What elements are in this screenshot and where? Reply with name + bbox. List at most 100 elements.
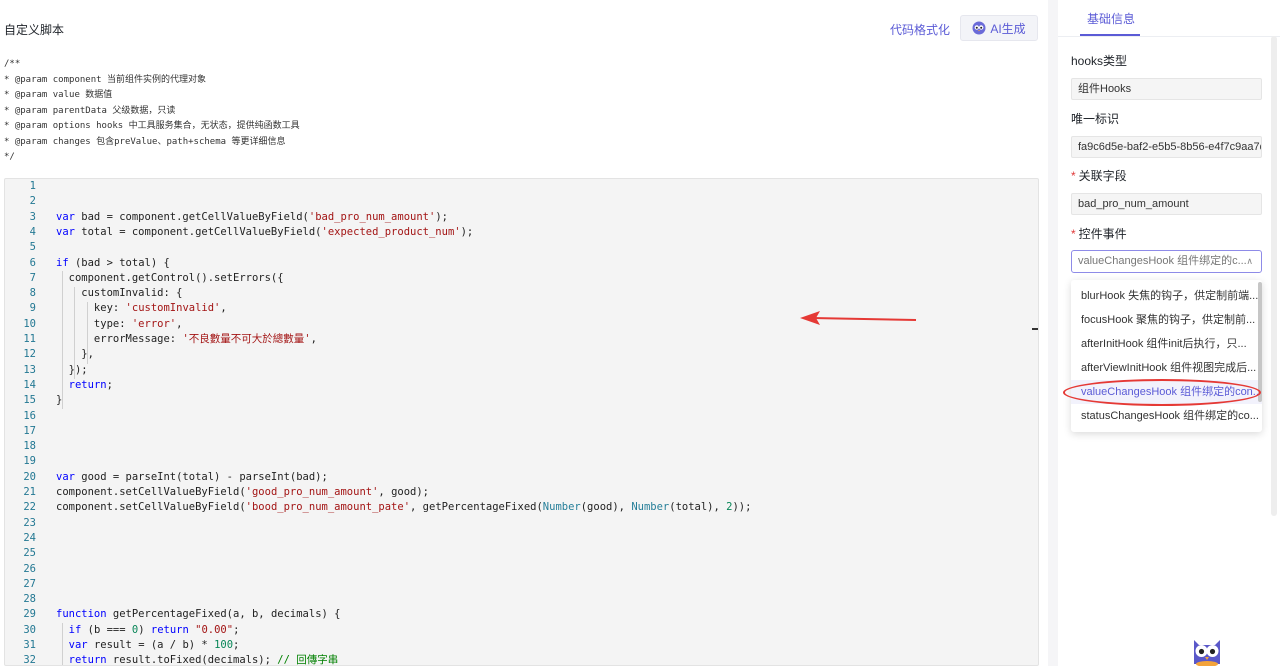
line-number: 13	[23, 363, 36, 376]
hooks-type-field[interactable]: 组件Hooks	[1071, 78, 1262, 100]
line-number: 28	[23, 593, 36, 606]
line-number: 25	[23, 547, 36, 560]
line-number: 1	[29, 180, 36, 192]
required-mark: *	[1071, 169, 1076, 183]
string-literal: "0.00"	[195, 623, 234, 636]
code-line: 7 component.getControl().setErrors({	[5, 271, 1038, 286]
ai-generate-button[interactable]: AI生成	[960, 15, 1038, 41]
line-number: 18	[23, 440, 36, 453]
line-number: 32	[23, 654, 36, 666]
line-number: 27	[23, 577, 36, 590]
line-number: 20	[23, 470, 36, 483]
required-mark: *	[1071, 227, 1076, 241]
tab-basic-info[interactable]: 基础信息	[1087, 10, 1135, 27]
code-line: 29 function getPercentageFixed(a, b, deci…	[5, 607, 1038, 622]
page-title: 自定义脚本	[4, 23, 65, 37]
control-event-select[interactable]: valueChangesHook 组件绑定的c... ∧	[1071, 250, 1262, 273]
dropdown-scrollbar[interactable]	[1258, 282, 1262, 402]
code-line: 26	[5, 562, 1038, 577]
chevron-up-icon[interactable]: ∧	[1246, 251, 1253, 272]
number-literal: 100	[214, 639, 234, 651]
line-number: 31	[23, 639, 36, 651]
dropdown-option[interactable]: blurHook 失焦的钩子，供定制前端...	[1071, 284, 1262, 308]
code-line: 21 component.setCellValueByField('good_pr…	[5, 485, 1038, 500]
code-comment: // 回傳字串	[277, 654, 339, 666]
overview-ruler-mark	[1032, 328, 1038, 330]
code-line: 23	[5, 516, 1038, 531]
code-line: 19	[5, 454, 1038, 469]
unique-id-field[interactable]: fa9c6d5e-baf2-e5b5-8b56-e4f7c9aa7d	[1071, 136, 1262, 158]
tab-divider	[1058, 36, 1280, 37]
dropdown-option[interactable]: afterViewInitHook 组件视图完成后...	[1071, 356, 1262, 380]
line-number: 23	[23, 516, 36, 529]
line-number: 24	[23, 531, 36, 544]
code-editor[interactable]: 1 2 3 var bad = component.getCellValueByF…	[4, 178, 1039, 666]
doc-line: * @param component 当前组件实例的代理对象	[4, 74, 206, 85]
string-literal: 'expected_product_num'	[321, 225, 461, 238]
line-number: 19	[23, 455, 36, 468]
number-literal: 2	[726, 501, 733, 514]
string-literal: 'good_pro_num_amount'	[245, 486, 379, 498]
string-literal: 'customInvalid'	[125, 302, 221, 315]
properties-panel: 基础信息 hooks类型 组件Hooks 唯一标识 fa9c6d5e-baf2-…	[1058, 0, 1280, 666]
dropdown-option[interactable]: afterInitHook 组件init后执行，只...	[1071, 332, 1262, 356]
line-number: 3	[29, 210, 36, 223]
panel-divider	[1048, 0, 1058, 666]
control-event-label: * 控件事件	[1071, 225, 1127, 242]
code-line: 15}	[5, 393, 1038, 408]
line-number: 15	[23, 394, 36, 407]
code-line: 14 return;	[5, 378, 1038, 393]
code-line: 31 var result = (a / b) * 100;	[5, 638, 1038, 653]
unique-id-label: 唯一标识	[1071, 112, 1120, 126]
code-line: 24	[5, 531, 1038, 546]
line-number: 21	[23, 486, 36, 498]
code-line: 22 component.setCellValueByField('bood_pr…	[5, 500, 1038, 515]
code-line: 8 customInvalid: {	[5, 286, 1038, 301]
line-number: 17	[23, 424, 36, 437]
line-number: 12	[23, 348, 36, 361]
code-line: 2	[5, 194, 1038, 209]
code-line: 27	[5, 577, 1038, 592]
panel-scrollbar[interactable]	[1271, 36, 1277, 516]
code-line: 32 return result.toFixed(decimals); // 回…	[5, 653, 1038, 666]
string-literal: '不良數量不可大於總數量'	[182, 333, 311, 345]
doc-line: */	[4, 152, 15, 162]
dropdown-option[interactable]: focusHook 聚焦的钩子，供定制前...	[1071, 308, 1262, 332]
related-field-label: * 关联字段	[1071, 167, 1127, 184]
line-number: 7	[29, 271, 36, 284]
code-line: 6 if (bad > total) {	[5, 256, 1038, 271]
code-line: 4 var total = component.getCellValueByFie…	[5, 225, 1038, 240]
code-line: 5	[5, 240, 1038, 255]
doc-line: * @param changes 包含preValue、path+schema …	[4, 136, 286, 147]
line-number: 2	[29, 195, 36, 208]
doc-line: * @param parentData 父级数据，只读	[4, 105, 176, 116]
line-number: 8	[29, 287, 36, 300]
code-line: 30 if (b === 0) return "0.00";	[5, 623, 1038, 638]
code-line: 13 });	[5, 363, 1038, 378]
code-line: 16	[5, 409, 1038, 424]
doc-line: * @param options hooks 中工具服务集合，无状态，提供纯函数…	[4, 121, 300, 131]
ai-generate-label: AI生成	[990, 21, 1026, 36]
line-number: 6	[29, 256, 36, 269]
code-line: 25	[5, 546, 1038, 561]
code-line: 28	[5, 592, 1038, 607]
control-event-value: valueChangesHook 组件绑定的c...	[1078, 255, 1247, 267]
annotation-circle	[1063, 379, 1261, 406]
code-line: 1	[5, 179, 1038, 194]
code-line: 17	[5, 424, 1038, 439]
script-editor-area: 自定义脚本 代码格式化 AI生成 /** * @param component …	[0, 0, 1048, 666]
code-line: 20 var good = parseInt(total) - parseInt(…	[5, 470, 1038, 485]
control-event-label-text: 控件事件	[1078, 227, 1127, 241]
event-dropdown: blurHook 失焦的钩子，供定制前端... focusHook 聚焦的钩子，…	[1071, 280, 1262, 432]
format-code-button[interactable]: 代码格式化	[890, 21, 950, 38]
owl-assistant-icon[interactable]	[1190, 634, 1224, 666]
related-field-input[interactable]: bad_pro_num_amount	[1071, 193, 1262, 215]
line-number: 4	[29, 225, 36, 238]
line-number: 5	[29, 241, 36, 254]
doc-line: /**	[4, 59, 21, 69]
line-number: 10	[23, 317, 36, 330]
dropdown-option[interactable]: statusChangesHook 组件绑定的co...	[1071, 404, 1262, 428]
code-line: 3 var bad = component.getCellValueByField…	[5, 210, 1038, 225]
line-number: 22	[23, 501, 36, 514]
doc-comment: /** * @param component 当前组件实例的代理对象 * @pa…	[4, 57, 300, 166]
